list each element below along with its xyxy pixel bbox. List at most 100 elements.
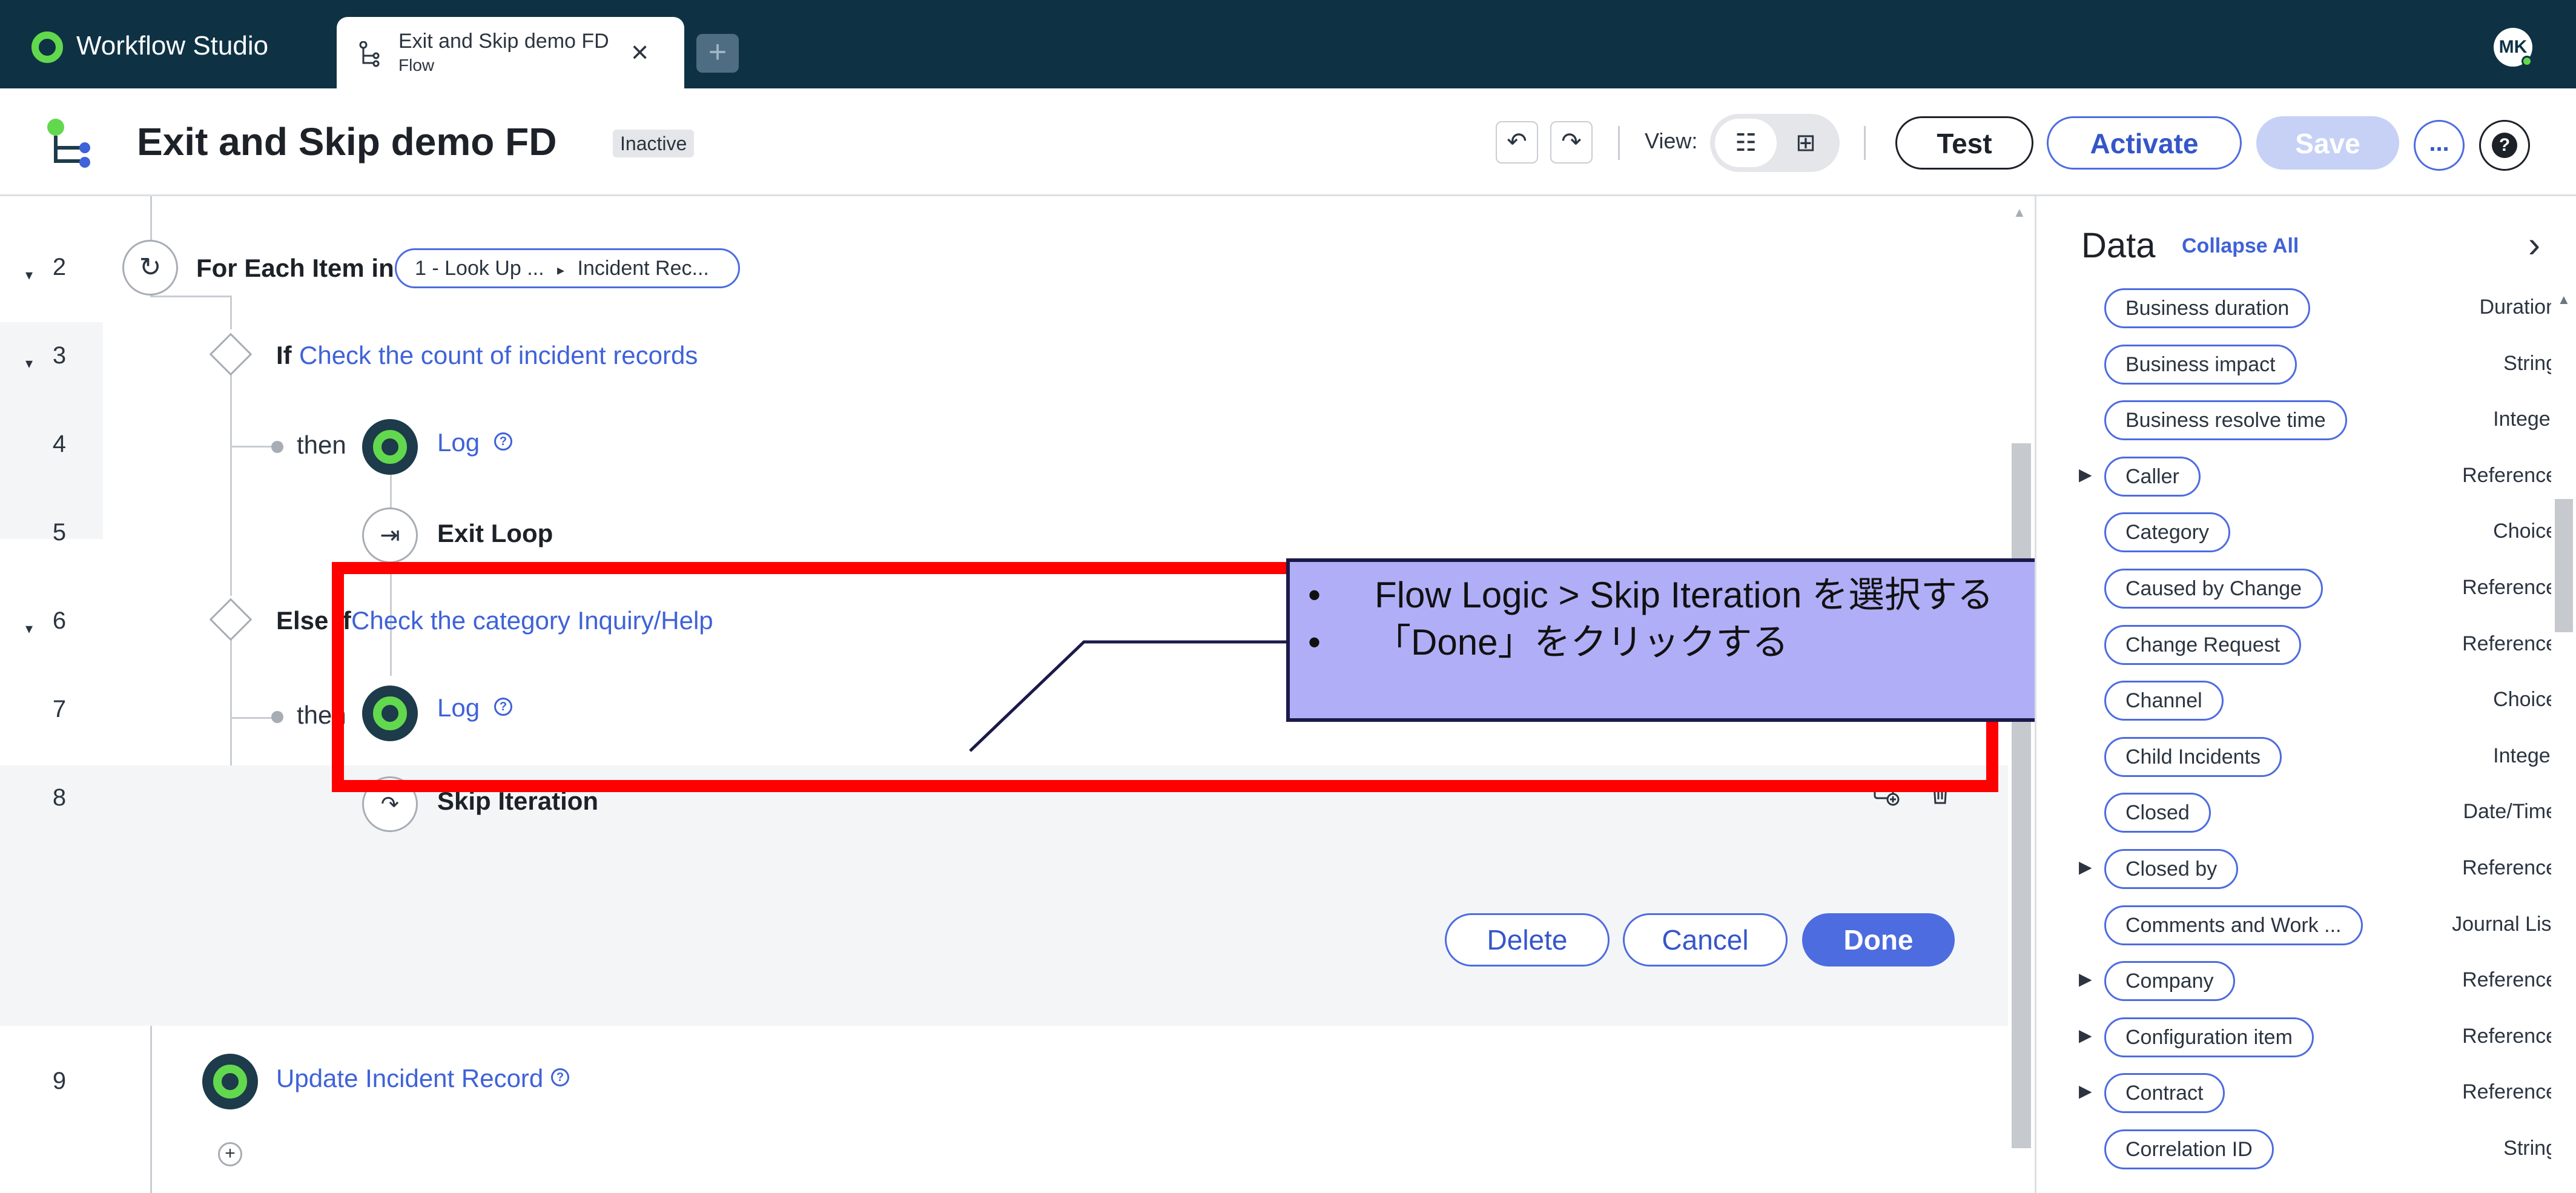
data-field-row[interactable]: ▶ Closed by Reference	[2036, 841, 2557, 896]
data-pill[interactable]: Child Incidents	[2104, 736, 2282, 777]
scroll-up-icon[interactable]: ▲	[2013, 205, 2026, 220]
condition-icon	[209, 332, 253, 376]
data-pill[interactable]: Change Request	[2104, 624, 2302, 665]
more-icon[interactable]: ...	[2414, 120, 2465, 171]
data-field-row[interactable]: ▶ Caller Reference	[2036, 448, 2557, 504]
log-action-link[interactable]: Log	[437, 426, 480, 459]
tab-title: Exit and Skip demo FD	[398, 30, 609, 53]
redo-icon: ↷	[1561, 128, 1582, 155]
chevron-right-icon: ▸	[557, 262, 565, 279]
data-panel-scrollbar-thumb[interactable]	[2555, 499, 2573, 632]
test-button[interactable]: Test	[1895, 116, 2033, 170]
action-icon	[362, 419, 418, 475]
view-toggle: ☷ ⊞	[1710, 114, 1840, 172]
help-button[interactable]: ?	[2479, 120, 2530, 171]
data-field-type: Date/Time	[2463, 800, 2557, 824]
data-pill[interactable]: Business resolve time	[2104, 400, 2347, 441]
data-pill[interactable]: Caused by Change	[2104, 569, 2323, 609]
app-bar: Workflow Studio Exit and Skip demo FD Fl…	[0, 0, 2576, 88]
data-field-row[interactable]: ▶ Configuration item Reference	[2036, 1009, 2557, 1065]
line-number: 6	[52, 607, 67, 634]
save-button[interactable]: Save	[2256, 116, 2399, 170]
close-icon[interactable]: ×	[631, 34, 649, 70]
data-field-row[interactable]: Change Request Reference	[2036, 616, 2557, 672]
data-field-row[interactable]: ▶ Contract Reference	[2036, 1065, 2557, 1120]
data-field-type: String	[2503, 351, 2557, 375]
data-field-row[interactable]: Comments and Work ... Journal List	[2036, 897, 2557, 953]
data-field-type: String	[2503, 1137, 2557, 1160]
data-field-type: Reference	[2462, 1080, 2557, 1104]
data-field-type: Reference	[2462, 1024, 2557, 1048]
data-field-type: Reference	[2462, 632, 2557, 655]
data-pill[interactable]: Correlation ID	[2104, 1129, 2274, 1169]
branch-dot	[271, 711, 283, 723]
data-field-type: Choice	[2493, 688, 2557, 712]
help-icon[interactable]: ?	[494, 432, 512, 451]
data-panel-scrollbar[interactable]	[2551, 287, 2576, 1193]
editor-scrollbar-thumb[interactable]	[2012, 443, 2031, 1148]
data-field-type: Integer	[2493, 408, 2557, 431]
connector	[230, 717, 276, 719]
connector	[230, 635, 232, 719]
line-number: 8	[52, 784, 67, 811]
add-step-icon[interactable]: +	[218, 1142, 242, 1166]
connector	[230, 446, 276, 448]
for-each-data-pill[interactable]: 1 - Look Up ... ▸ Incident Rec...	[395, 248, 740, 288]
undo-button[interactable]: ↶	[1496, 121, 1538, 164]
action-icon	[202, 1054, 258, 1109]
chevron-right-icon[interactable]: ›	[2528, 223, 2540, 266]
collapse-all-link[interactable]: Collapse All	[2182, 231, 2299, 260]
data-field-row[interactable]: ▶ Company Reference	[2036, 953, 2557, 1008]
data-pill[interactable]: Business impact	[2104, 344, 2297, 385]
expand-caret-icon[interactable]: ▶	[2079, 1023, 2092, 1048]
callout-line: • Flow Logic > Skip Iteration を選択する	[1308, 575, 1994, 615]
data-pill[interactable]: Comments and Work ...	[2104, 905, 2363, 945]
line-number: 2	[52, 254, 67, 280]
activate-button[interactable]: Activate	[2047, 116, 2242, 170]
data-field-row[interactable]: Closed Date/Time	[2036, 784, 2557, 840]
data-pill[interactable]: Configuration item	[2104, 1017, 2314, 1057]
help-icon[interactable]: ?	[551, 1068, 569, 1086]
data-field-row[interactable]: Business resolve time Integer	[2036, 392, 2557, 448]
delete-button[interactable]: Delete	[1445, 913, 1610, 967]
data-pill[interactable]: Closed by	[2104, 849, 2239, 889]
expand-caret-icon[interactable]: ▶	[2079, 967, 2092, 991]
data-pill[interactable]: Category	[2104, 512, 2230, 553]
toolbar-divider	[1864, 126, 1866, 160]
new-tab-button[interactable]: +	[696, 34, 739, 73]
data-pill[interactable]: Company	[2104, 961, 2235, 1002]
expand-caret-icon[interactable]: ▶	[2079, 463, 2092, 487]
data-panel-title: Data	[2081, 226, 2156, 265]
data-field-row[interactable]: Correlation ID String	[2036, 1121, 2557, 1177]
data-field-row[interactable]: Child Incidents Integer	[2036, 729, 2557, 784]
data-pill[interactable]: Closed	[2104, 793, 2211, 833]
done-button[interactable]: Done	[1802, 913, 1955, 967]
cancel-button[interactable]: Cancel	[1623, 913, 1788, 967]
data-pill[interactable]: Caller	[2104, 456, 2201, 497]
expand-caret-icon[interactable]: ▶	[2079, 855, 2092, 879]
data-field-row[interactable]: Category Choice	[2036, 504, 2557, 560]
data-field-type: Journal List	[2452, 912, 2557, 936]
diagram-view-button[interactable]: ⊞	[1777, 119, 1835, 167]
data-field-row[interactable]: Business duration Duration	[2036, 280, 2557, 335]
data-field-type: Integer	[2493, 744, 2557, 767]
expand-caret-icon[interactable]: ▶	[2079, 1079, 2092, 1103]
data-pill[interactable]: Business duration	[2104, 288, 2311, 328]
if-condition-link[interactable]: Check the count of incident records	[299, 339, 698, 372]
update-incident-link[interactable]: Update Incident Record	[276, 1062, 543, 1095]
data-field-row[interactable]: Business impact String	[2036, 336, 2557, 392]
data-field-type: Reference	[2462, 856, 2557, 879]
data-pill[interactable]: Contract	[2104, 1073, 2225, 1114]
data-field-type: Reference	[2462, 576, 2557, 599]
data-field-row[interactable]: Caused by Change Reference	[2036, 560, 2557, 616]
redo-button[interactable]: ↷	[1550, 121, 1593, 164]
tab-exit-and-skip-demo[interactable]: Exit and Skip demo FD Flow ×	[337, 17, 684, 88]
data-field-row[interactable]: Channel Choice	[2036, 672, 2557, 728]
flow-header: Exit and Skip demo FD Inactive ↶ ↷ View:…	[0, 88, 2576, 196]
data-pill[interactable]: Channel	[2104, 681, 2224, 721]
line-number: 9	[52, 1068, 67, 1094]
view-label: View:	[1645, 128, 1698, 153]
connector	[230, 296, 232, 329]
list-view-button[interactable]: ☷	[1715, 119, 1777, 167]
scroll-up-icon[interactable]: ▲	[2557, 292, 2571, 308]
